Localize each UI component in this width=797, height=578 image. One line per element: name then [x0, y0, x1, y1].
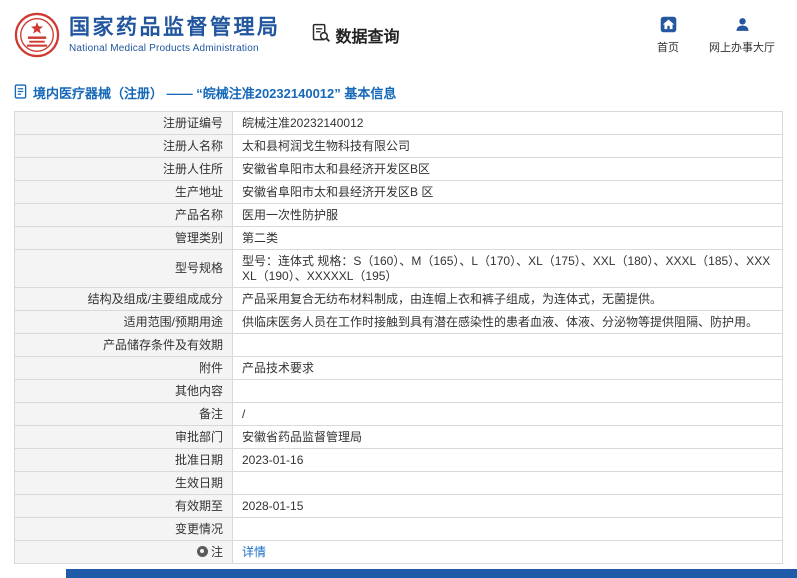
- row-value: 产品技术要求: [232, 356, 783, 380]
- nav-item-service-hall[interactable]: 网上办事大厅: [709, 16, 775, 55]
- table-row: 附件 产品技术要求: [14, 356, 783, 380]
- table-row: 产品名称 医用一次性防护服: [14, 203, 783, 227]
- section-title-label: 数据查询: [335, 29, 400, 46]
- table-row: 适用范围/预期用途 供临床医务人员在工作时接触到具有潜在感染性的患者血液、体液、分…: [14, 310, 783, 334]
- tab-data-query[interactable]: 数据查询: [311, 23, 400, 48]
- row-value: 型号：连体式 规格：S（160）、M（165）、L（170）、XL（175）、X…: [232, 249, 783, 288]
- row-label: 生产地址: [14, 180, 233, 204]
- org-name-en: National Medical Products Administration: [69, 42, 259, 54]
- footer-bar: [66, 569, 797, 578]
- org-name-cn: 国家药品监督管理局: [69, 16, 281, 40]
- detail-link[interactable]: 详情: [242, 545, 266, 559]
- page-title-text: 境内医疗器械（注册） —— “皖械注准20232140012” 基本信息: [33, 86, 397, 101]
- table-row: 有效期至 2028-01-15: [14, 494, 783, 518]
- row-label: 适用范围/预期用途: [14, 310, 233, 334]
- row-label: 产品储存条件及有效期: [14, 333, 233, 357]
- row-label: 结构及组成/主要组成成分: [14, 287, 233, 311]
- row-value: 皖械注准20232140012: [232, 111, 783, 135]
- table-row: 型号规格 型号：连体式 规格：S（160）、M（165）、L（170）、XL（17…: [14, 249, 783, 288]
- row-label: 注册证编号: [14, 111, 233, 135]
- user-icon: [734, 16, 751, 36]
- row-label: 变更情况: [14, 517, 233, 541]
- row-label: 注: [14, 540, 233, 564]
- row-label: 产品名称: [14, 203, 233, 227]
- table-row: 结构及组成/主要组成成分 产品采用复合无纺布材料制成，由连帽上衣和裤子组成，为连体…: [14, 287, 783, 311]
- table-row: 批准日期 2023-01-16: [14, 448, 783, 472]
- note-icon: [196, 545, 208, 557]
- row-label: 型号规格: [14, 249, 233, 288]
- registration-info-table: 注册证编号 皖械注准20232140012 注册人名称 太和县柯润戈生物科技有限公司注…: [14, 111, 783, 564]
- row-value: 产品采用复合无纺布材料制成，由连帽上衣和裤子组成，为连体式，无菌提供。: [232, 287, 783, 311]
- table-row: 注册证编号 皖械注准20232140012: [14, 111, 783, 135]
- nav-hall-label: 网上办事大厅: [709, 41, 775, 54]
- row-value: 安徽省药品监督管理局: [232, 425, 783, 449]
- row-label: 其他内容: [14, 379, 233, 403]
- row-value: /: [232, 402, 783, 426]
- row-value: 2028-01-15: [232, 494, 783, 518]
- page: 国家药品监督管理局 National Medical Products Admi…: [0, 0, 797, 578]
- nav-home-label: 首页: [657, 41, 679, 54]
- document-icon: [14, 83, 27, 102]
- row-value: [232, 333, 783, 357]
- row-label: 审批部门: [14, 425, 233, 449]
- table-row: 注册人住所 安徽省阜阳市太和县经济开发区B区: [14, 157, 783, 181]
- row-value: [232, 517, 783, 541]
- row-value: [232, 471, 783, 495]
- row-value: 医用一次性防护服: [232, 203, 783, 227]
- row-value: 第二类: [232, 226, 783, 250]
- top-header: 国家药品监督管理局 National Medical Products Admi…: [0, 0, 797, 70]
- row-value: 太和县柯润戈生物科技有限公司: [232, 134, 783, 158]
- table-row: 管理类别 第二类: [14, 226, 783, 250]
- top-nav: 首页 网上办事大厅: [657, 16, 779, 55]
- row-value: 2023-01-16: [232, 448, 783, 472]
- row-label: 生效日期: [14, 471, 233, 495]
- data-query-icon: [311, 23, 331, 48]
- row-label: 备注: [14, 402, 233, 426]
- row-value: 安徽省阜阳市太和县经济开发区B 区: [232, 180, 783, 204]
- row-label: 有效期至: [14, 494, 233, 518]
- table-row: 注册人名称 太和县柯润戈生物科技有限公司: [14, 134, 783, 158]
- nav-item-home[interactable]: 首页: [657, 16, 679, 55]
- row-value: 供临床医务人员在工作时接触到具有潜在感染性的患者血液、体液、分泌物等提供阻隔、防…: [232, 310, 783, 334]
- table-row: 生产地址 安徽省阜阳市太和县经济开发区B 区: [14, 180, 783, 204]
- table-row: 产品储存条件及有效期: [14, 333, 783, 357]
- table-row: 变更情况: [14, 517, 783, 541]
- row-label: 批准日期: [14, 448, 233, 472]
- row-label: 管理类别: [14, 226, 233, 250]
- table-row: 审批部门 安徽省药品监督管理局: [14, 425, 783, 449]
- row-value: [232, 379, 783, 403]
- brand-text: 国家药品监督管理局 National Medical Products Admi…: [69, 16, 281, 53]
- info-table-body: 注册证编号 皖械注准20232140012 注册人名称 太和县柯润戈生物科技有限公司注…: [14, 111, 783, 564]
- nmpa-logo-link[interactable]: 国家药品监督管理局 National Medical Products Admi…: [14, 12, 281, 58]
- row-label: 附件: [14, 356, 233, 380]
- home-icon: [660, 16, 677, 36]
- table-row: 其他内容: [14, 379, 783, 403]
- table-row: 备注 /: [14, 402, 783, 426]
- table-row: 注详情: [14, 540, 783, 564]
- national-emblem-icon: [14, 12, 60, 58]
- row-value: 详情: [232, 540, 783, 564]
- row-label: 注册人名称: [14, 134, 233, 158]
- page-title: 境内医疗器械（注册） —— “皖械注准20232140012” 基本信息: [0, 70, 797, 111]
- row-label: 注册人住所: [14, 157, 233, 181]
- table-row: 生效日期: [14, 471, 783, 495]
- row-value: 安徽省阜阳市太和县经济开发区B区: [232, 157, 783, 181]
